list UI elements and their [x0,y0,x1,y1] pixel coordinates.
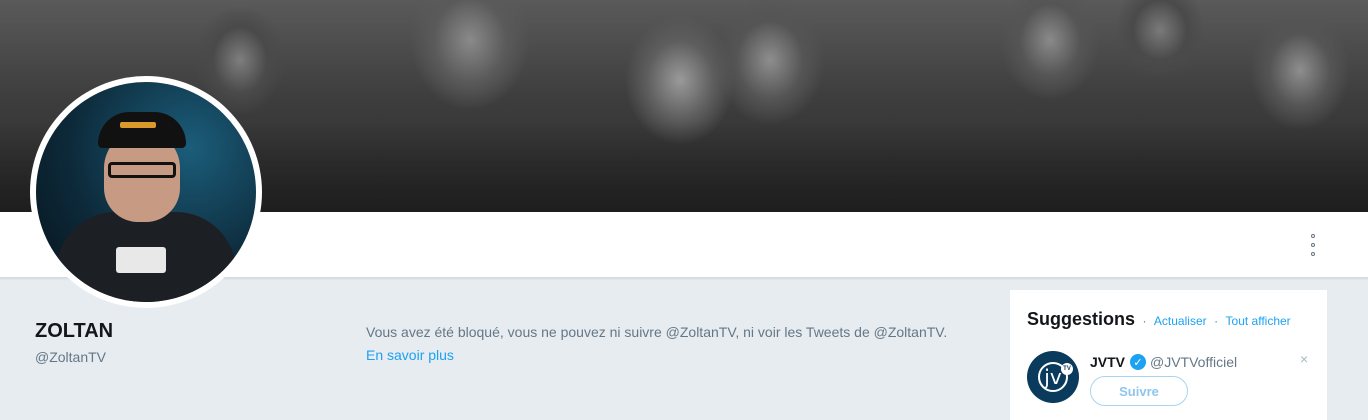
profile-name[interactable]: ZOLTAN [35,320,113,343]
avatar-shirt-logo [116,247,166,273]
suggestions-header: Suggestions · Actualiser · Tout afficher [1027,309,1291,330]
dot [1311,243,1315,247]
follow-button[interactable]: Suivre [1090,376,1188,406]
blocked-notice: Vous avez été bloqué, vous ne pouvez ni … [366,324,948,340]
avatar-logo-badge: TV [1061,363,1073,375]
avatar-logo-text: jv [1044,365,1062,389]
profile-avatar[interactable] [30,76,262,308]
more-options-icon[interactable] [1308,234,1318,256]
separator: · [1142,314,1147,328]
close-icon[interactable]: × [1300,351,1308,367]
avatar-glasses [108,162,176,178]
separator: · [1214,314,1219,328]
suggestion-avatar[interactable]: jv TV [1027,351,1079,403]
suggestions-module: Suggestions · Actualiser · Tout afficher… [1010,290,1327,420]
verified-badge-icon: ✓ [1130,354,1146,370]
learn-more-link[interactable]: En savoir plus [366,347,454,363]
suggestions-title: Suggestions [1027,309,1136,329]
dot [1311,234,1315,238]
suggestion-handle[interactable]: @JVTVofficiel [1150,354,1237,370]
view-all-link[interactable]: Tout afficher [1226,314,1291,328]
suggestion-name[interactable]: JVTV [1090,354,1125,370]
profile-handle[interactable]: @ZoltanTV [35,349,106,365]
avatar-cap-badge [120,122,156,128]
avatar-image [36,82,256,302]
dot [1311,252,1315,256]
avatar-cap [98,112,186,148]
refresh-link[interactable]: Actualiser [1154,314,1207,328]
